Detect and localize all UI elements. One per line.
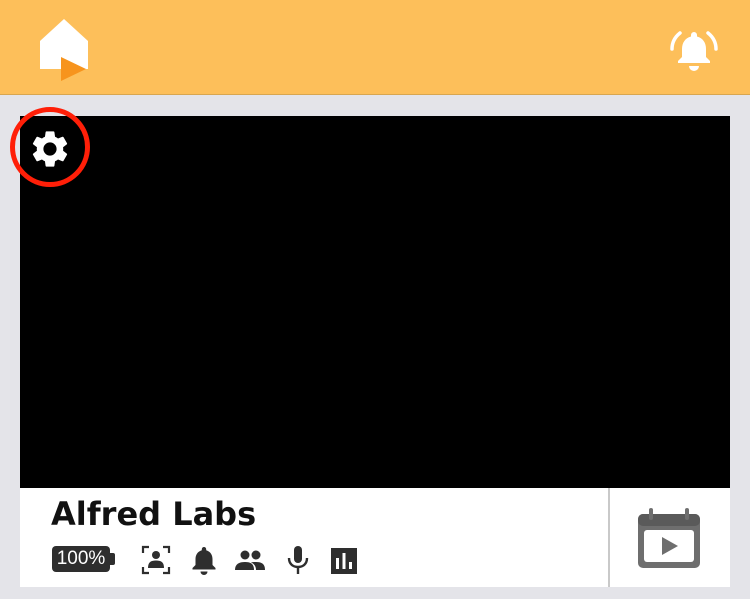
motion-detection-icon[interactable]	[140, 544, 172, 576]
bar-chart-icon[interactable]	[328, 544, 360, 576]
camera-name: Alfred Labs	[51, 495, 257, 533]
battery-indicator: 100%	[52, 546, 110, 572]
people-icon[interactable]	[234, 544, 266, 576]
top-bar	[0, 0, 750, 95]
card-divider	[608, 488, 610, 587]
microphone-icon[interactable]	[282, 544, 314, 576]
calendar-video-icon[interactable]	[636, 508, 702, 570]
home-play-logo-icon[interactable]	[38, 19, 90, 83]
video-feed[interactable]	[20, 116, 730, 488]
gear-icon[interactable]	[28, 127, 72, 171]
notification-bell-icon[interactable]	[188, 544, 220, 576]
battery-icon	[110, 553, 115, 565]
camera-card: Alfred Labs 100%	[10, 107, 730, 587]
alarm-bell-icon[interactable]	[670, 28, 718, 72]
